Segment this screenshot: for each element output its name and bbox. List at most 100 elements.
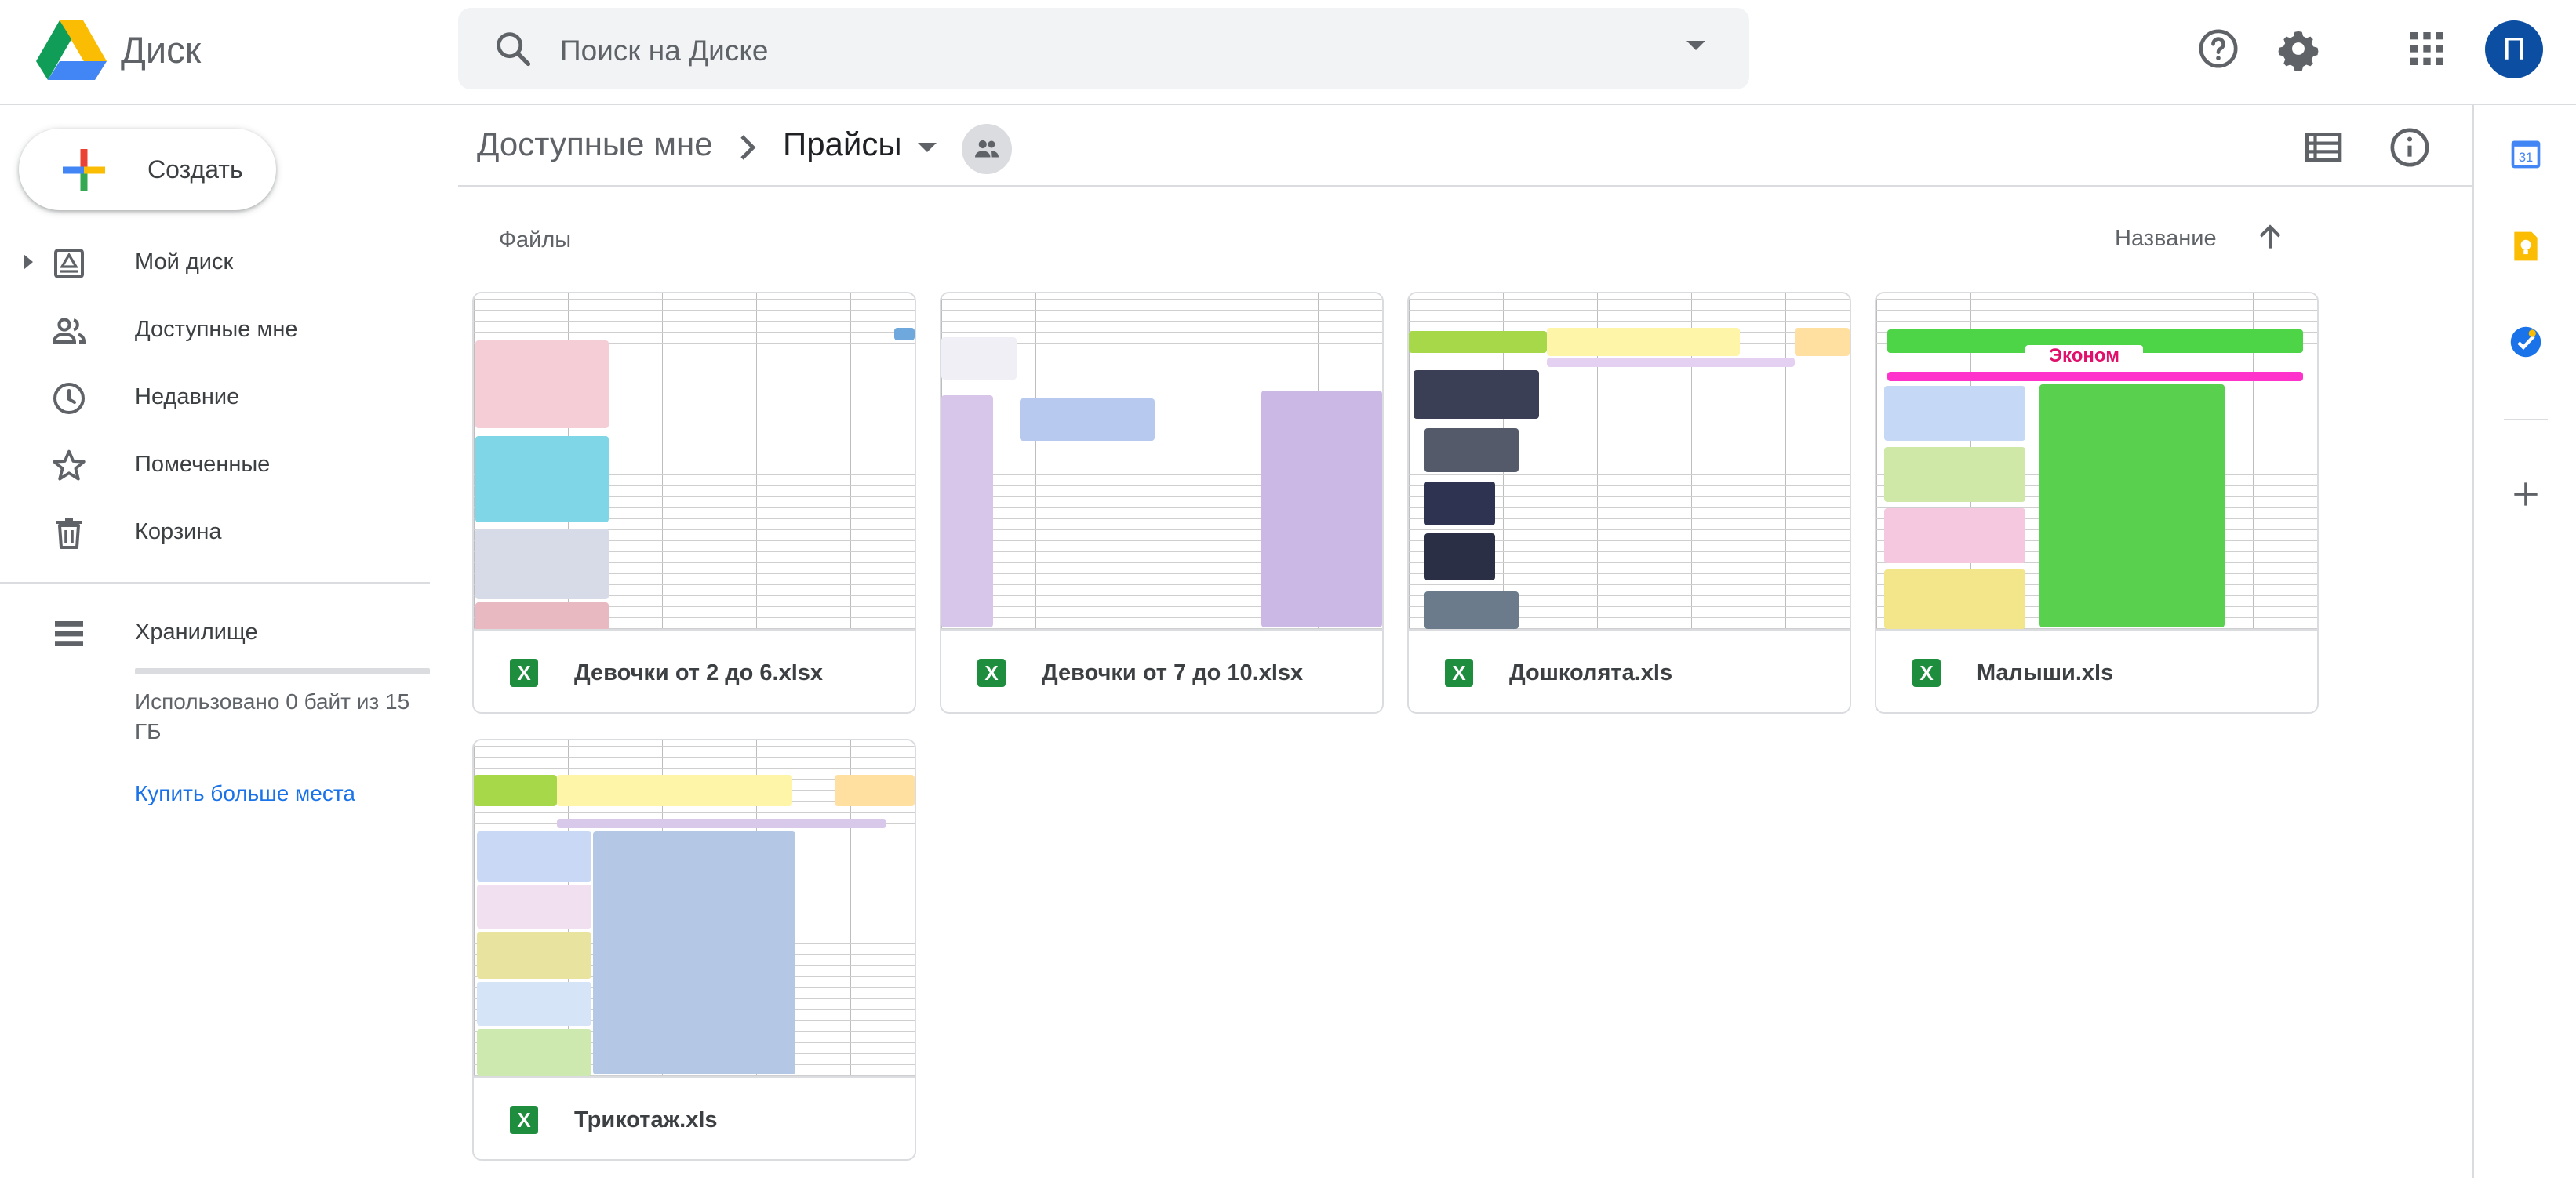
search-options-chevron-icon[interactable] <box>1686 41 1705 50</box>
sort-by-name-button[interactable]: Название <box>2115 226 2217 252</box>
file-thumbnail <box>941 293 1382 631</box>
content-divider <box>458 185 2474 187</box>
header-cell <box>894 328 915 340</box>
header-cell <box>835 775 915 806</box>
product-photo <box>477 885 591 929</box>
product-photo <box>477 1029 591 1076</box>
sidebar-item-trash[interactable]: Корзина <box>0 499 430 566</box>
file-thumbnail <box>474 740 915 1078</box>
top-bar: Диск Поиск на Диске П <box>0 0 2576 105</box>
product-photo <box>1884 508 2025 563</box>
drive-logo-icon[interactable] <box>36 20 107 80</box>
header-cell <box>474 775 557 806</box>
folder-menu-chevron-icon[interactable] <box>918 143 937 152</box>
excel-file-icon: X <box>1445 659 1473 687</box>
apps-grid-icon[interactable] <box>2405 27 2449 71</box>
excel-file-icon: X <box>510 659 538 687</box>
breadcrumb-current-folder[interactable]: Прайсы <box>783 125 902 163</box>
product-photo <box>1424 428 1519 472</box>
side-panel-separator <box>2504 419 2548 420</box>
sidebar-item-shared-with-me[interactable]: Доступные мне <box>0 296 430 364</box>
file-name: Девочки от 7 до 10.xlsx <box>1042 660 1304 685</box>
title-cell <box>557 775 792 806</box>
help-icon[interactable] <box>2196 27 2240 71</box>
sort-ascending-arrow-icon[interactable] <box>2253 220 2287 254</box>
file-card[interactable]: X Трикотаж.xls <box>472 739 916 1161</box>
product-photo <box>477 831 591 882</box>
header-cell <box>1795 328 1850 356</box>
people-icon <box>975 140 999 158</box>
product-photo <box>1884 569 2025 629</box>
product-photo <box>477 982 591 1026</box>
file-card[interactable]: Эконом X Малыши.xls <box>1875 292 2319 714</box>
create-new-button[interactable]: Создать <box>19 129 276 210</box>
highlighted-rows <box>1020 398 1155 441</box>
file-card[interactable]: X Девочки от 2 до 6.xlsx <box>472 292 916 714</box>
file-name: Малыши.xls <box>1977 660 2114 685</box>
svg-text:31: 31 <box>2519 151 2533 165</box>
product-photo <box>475 529 609 599</box>
highlighted-cells <box>2039 384 2225 627</box>
product-photo <box>941 395 993 627</box>
file-thumbnail: Эконом <box>1876 293 2317 631</box>
account-avatar[interactable]: П <box>2485 20 2543 78</box>
list-view-icon[interactable] <box>2301 125 2345 169</box>
file-card[interactable]: X Дошколята.xls <box>1407 292 1851 714</box>
product-photo <box>1414 370 1539 419</box>
product-photo <box>1884 447 2025 502</box>
side-panel-divider <box>2472 105 2474 1178</box>
keep-notes-icon[interactable] <box>2509 229 2543 264</box>
my-drive-icon <box>54 249 84 278</box>
breadcrumb-chevron-right-icon <box>740 135 756 160</box>
trash-icon <box>56 518 82 549</box>
info-icon[interactable] <box>2388 125 2432 169</box>
file-name: Дошколята.xls <box>1509 660 1673 685</box>
colored-plus-icon <box>63 149 105 191</box>
section-header-row <box>557 819 886 828</box>
sidebar-item-label: Помеченные <box>135 452 271 477</box>
section-header-row <box>1887 372 2303 381</box>
shared-with-me-icon <box>52 318 86 344</box>
product-photo <box>1261 391 1382 627</box>
star-icon <box>53 449 86 481</box>
search-bar[interactable]: Поиск на Диске <box>458 8 1749 89</box>
shared-folder-badge[interactable] <box>962 124 1012 174</box>
sidebar-item-label: Мой диск <box>135 249 234 275</box>
search-icon[interactable] <box>493 28 533 69</box>
file-thumbnail <box>1409 293 1850 631</box>
sidebar-item-my-drive[interactable]: Мой диск <box>0 229 430 296</box>
product-photo <box>475 340 609 428</box>
section-header-cell <box>1547 358 1795 367</box>
storage-usage-bar <box>135 668 430 674</box>
settings-gear-icon[interactable] <box>2276 27 2320 71</box>
calendar-icon[interactable]: 31 <box>2509 136 2543 171</box>
storage-label: Хранилище <box>135 620 258 645</box>
create-button-label: Создать <box>147 155 243 184</box>
recent-clock-icon <box>53 383 85 414</box>
sidebar-item-storage[interactable]: Хранилище <box>0 599 430 667</box>
product-photo <box>475 436 609 522</box>
thumb-section-heading: Эконом <box>2025 345 2143 367</box>
product-photo <box>1424 533 1495 580</box>
breadcrumb-shared-with-me[interactable]: Доступные мне <box>477 125 713 163</box>
sidebar-item-label: Недавние <box>135 384 240 409</box>
buy-storage-link[interactable]: Купить больше места <box>135 781 355 806</box>
file-name: Девочки от 2 до 6.xlsx <box>574 660 824 685</box>
highlighted-cells <box>593 831 795 1074</box>
file-card[interactable]: X Девочки от 7 до 10.xlsx <box>940 292 1384 714</box>
sidebar-item-label: Доступные мне <box>135 317 298 342</box>
sidebar-divider <box>0 582 430 584</box>
file-thumbnail <box>474 293 915 631</box>
app-title[interactable]: Диск <box>121 28 201 71</box>
expand-arrow-icon[interactable] <box>24 254 33 270</box>
storage-usage-text: Использовано 0 байт из 15 ГБ <box>135 689 410 744</box>
files-section-title: Файлы <box>499 227 572 253</box>
file-name: Трикотаж.xls <box>574 1107 718 1133</box>
product-photo <box>1884 386 2025 441</box>
sidebar-item-recent[interactable]: Недавние <box>0 364 430 431</box>
search-input[interactable]: Поиск на Диске <box>560 35 769 67</box>
add-addon-plus-icon[interactable] <box>2509 477 2543 511</box>
excel-file-icon: X <box>977 659 1006 687</box>
tasks-icon[interactable] <box>2509 325 2543 359</box>
sidebar-item-starred[interactable]: Помеченные <box>0 431 430 499</box>
